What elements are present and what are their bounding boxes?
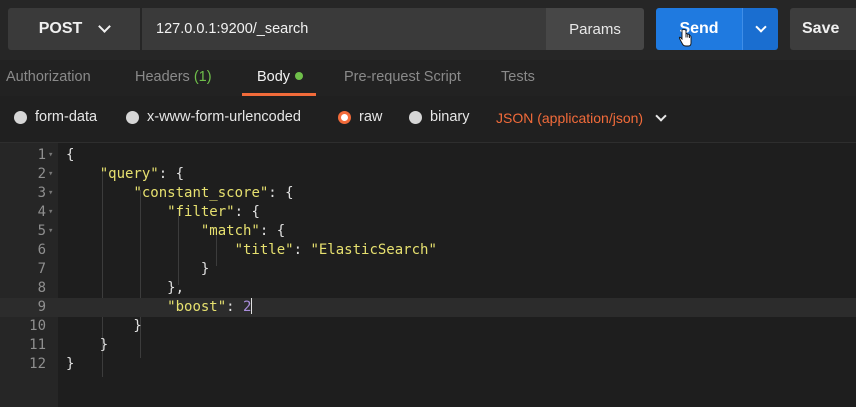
radio-circle-icon (126, 110, 139, 124)
code-text: } (66, 261, 210, 277)
line-number: 8 (37, 280, 46, 296)
fold-arrow-icon[interactable]: ▾ (48, 184, 53, 203)
chevron-down-icon (754, 20, 767, 33)
line-number: 3 (37, 185, 46, 201)
radio-circle-icon (409, 110, 422, 124)
code-text: "constant_score": { (133, 185, 294, 201)
code-line[interactable]: 4 ▾ "filter": { (0, 203, 856, 222)
code-text: }, (66, 280, 185, 296)
body-editor[interactable]: 1 ▾{2 ▾ "query": {3 ▾ "constant_score": {4 ▾… (0, 142, 856, 407)
tab-headers[interactable]: Headers (1) (135, 69, 212, 85)
radio-label: form-data (35, 109, 98, 125)
code-text: "query": { (99, 166, 185, 182)
code-line[interactable]: 5 ▾ "match": { (0, 222, 856, 241)
request-tabs: Authorization Headers (1) Body Pre-reques… (0, 60, 856, 145)
radio-form-data[interactable]: form-data (14, 109, 97, 125)
fold-arrow-icon[interactable]: ▾ (48, 203, 53, 222)
code-text: "filter": { (167, 204, 260, 220)
content-type-dropdown[interactable]: JSON (application/json) (496, 109, 667, 126)
code-line[interactable]: 12} (0, 355, 856, 374)
tab-label: Tests (501, 69, 535, 85)
tab-label: Authorization (6, 69, 91, 85)
fold-arrow-icon[interactable]: ▾ (48, 146, 53, 165)
tab-label: Headers (135, 69, 190, 85)
save-button[interactable]: Save (790, 8, 856, 50)
send-button[interactable]: Send (656, 8, 742, 50)
code-text: } (66, 356, 75, 372)
line-number: 10 (29, 318, 46, 334)
radio-circle-icon (14, 110, 27, 124)
body-type-bar: form-data x-www-form-urlencoded raw bina… (0, 96, 856, 142)
chevron-down-icon (98, 20, 112, 33)
fold-arrow-icon[interactable]: ▾ (48, 165, 53, 184)
tab-authorization[interactable]: Authorization (6, 69, 91, 85)
save-label: Save (802, 20, 840, 37)
code-line[interactable]: 10 } (0, 317, 856, 336)
tab-body[interactable]: Body (257, 69, 304, 85)
code-text: { (66, 147, 75, 163)
url-input[interactable]: 127.0.0.1:9200/_search (142, 8, 546, 50)
radio-binary[interactable]: binary (409, 109, 470, 125)
code-text: "title": "ElasticSearch" (234, 242, 437, 258)
line-number: 11 (29, 337, 46, 353)
line-number: 4 (37, 204, 46, 220)
code-line[interactable]: 2 ▾ "query": { (0, 165, 856, 184)
method-select[interactable]: POST (8, 8, 140, 50)
content-type-label: JSON (application/json) (496, 110, 644, 126)
send-options-button[interactable] (742, 8, 778, 50)
line-number: 1 (37, 147, 46, 163)
radio-x-www-form-urlencoded[interactable]: x-www-form-urlencoded (126, 109, 301, 125)
status-dot-icon (295, 72, 304, 80)
tab-label: Body (257, 69, 291, 85)
line-number: 12 (29, 356, 46, 372)
method-label: POST (38, 20, 83, 37)
tab-tests[interactable]: Tests (501, 69, 535, 85)
line-number: 9 (37, 299, 46, 315)
headers-count-badge: (1) (193, 69, 212, 85)
radio-raw[interactable]: raw (338, 109, 382, 125)
chevron-down-icon (655, 109, 667, 122)
line-number: 6 (37, 242, 46, 258)
line-number: 7 (37, 261, 46, 277)
request-bar: POST 127.0.0.1:9200/_search Params Send … (0, 0, 856, 60)
fold-arrow-icon[interactable]: ▾ (48, 222, 53, 241)
radio-label: x-www-form-urlencoded (147, 109, 301, 125)
code-text: } (66, 318, 142, 334)
code-line[interactable]: 6 "title": "ElasticSearch" (0, 241, 856, 260)
radio-selected-icon (338, 110, 351, 124)
code-line[interactable]: 8 }, (0, 279, 856, 298)
params-button[interactable]: Params (546, 8, 644, 50)
code-text: "match": { (200, 223, 286, 239)
code-line[interactable]: 11 } (0, 336, 856, 355)
code-line[interactable]: 3 ▾ "constant_score": { (0, 184, 856, 203)
hand-cursor-icon (678, 29, 692, 47)
radio-label: raw (359, 109, 383, 125)
code-line[interactable]: 1 ▾ { (0, 146, 856, 165)
tab-label: Pre-request Script (344, 69, 461, 85)
params-label: Params (569, 20, 621, 38)
tab-pre-request-script[interactable]: Pre-request Script (344, 69, 461, 85)
url-value: 127.0.0.1:9200/_search (156, 21, 309, 37)
code-line[interactable]: 7 } (0, 260, 856, 279)
line-number: 5 (37, 223, 46, 239)
code-line[interactable]: 9 "boost": 2 (0, 298, 856, 317)
radio-label: binary (430, 109, 470, 125)
code-text: "boost": 2 (167, 298, 253, 315)
line-number: 2 (37, 166, 46, 182)
code-text: } (66, 337, 109, 353)
